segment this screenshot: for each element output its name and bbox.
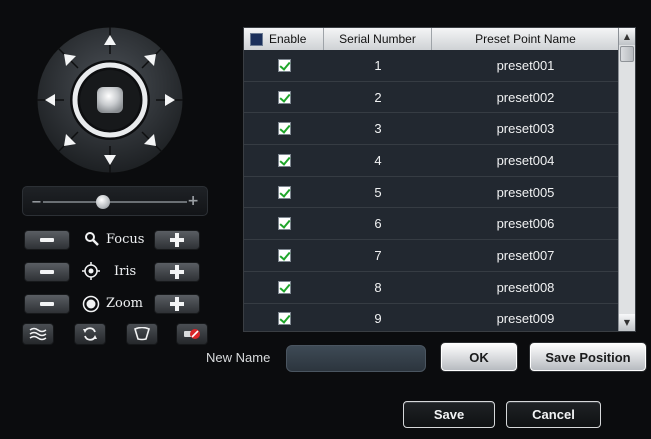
enable-header-label: Enable <box>269 32 307 46</box>
table-header: Enable Serial Number Preset Point Name <box>244 28 619 50</box>
speed-decrease-icon[interactable]: − <box>31 195 42 210</box>
name-column-header[interactable]: Preset Point Name <box>432 28 619 50</box>
light-icon <box>134 327 150 341</box>
focus-icon <box>85 232 99 246</box>
enable-checkbox[interactable] <box>277 58 291 72</box>
serial-cell: 5 <box>374 184 382 200</box>
preset-name-cell: preset005 <box>496 184 555 200</box>
enable-checkbox[interactable] <box>277 90 291 104</box>
name-header-label: Preset Point Name <box>475 32 576 46</box>
serial-column-header[interactable]: Serial Number <box>324 28 432 50</box>
scroll-down-arrow-icon[interactable]: ▼ <box>619 314 635 331</box>
table-row[interactable]: 2 preset002 <box>244 81 619 114</box>
table-row[interactable]: 4 preset004 <box>244 145 619 177</box>
new-name-input[interactable] <box>286 345 426 372</box>
preset-table: Enable Serial Number Preset Point Name 1… <box>243 27 636 332</box>
table-row[interactable]: 6 preset006 <box>244 208 619 241</box>
enable-checkbox[interactable] <box>277 122 291 136</box>
serial-cell: 6 <box>374 216 382 232</box>
enable-checkbox[interactable] <box>277 217 291 231</box>
preset-rows: 1 preset001 2 preset002 3 preset003 4 pr… <box>244 50 619 331</box>
enable-checkbox[interactable] <box>277 248 291 262</box>
iris-minus-button[interactable] <box>24 262 70 282</box>
iris-icon <box>82 262 100 280</box>
save-button[interactable]: Save <box>403 401 495 428</box>
new-name-label: New Name <box>206 350 271 365</box>
enable-checkbox[interactable] <box>277 185 291 199</box>
stop-cruise-icon <box>184 329 200 339</box>
zoom-minus-button[interactable] <box>24 294 70 314</box>
wiper-icon <box>29 327 47 341</box>
serial-cell: 3 <box>374 121 382 137</box>
ptz-speed-slider[interactable]: − + <box>22 186 208 216</box>
focus-label: Focus <box>106 232 145 247</box>
light-button[interactable] <box>126 323 158 345</box>
preset-name-cell: preset003 <box>496 121 555 137</box>
serial-cell: 2 <box>374 89 382 105</box>
ptz-direction-wheel[interactable] <box>36 26 184 174</box>
select-all-checkbox[interactable] <box>250 32 263 46</box>
auto-scan-button[interactable] <box>74 323 106 345</box>
preset-name-cell: preset001 <box>496 57 555 73</box>
serial-header-label: Serial Number <box>339 32 416 46</box>
iris-plus-button[interactable] <box>154 262 200 282</box>
table-scrollbar[interactable]: ▲ ▼ <box>618 28 635 331</box>
speed-slider-handle[interactable] <box>96 195 111 209</box>
enable-checkbox[interactable] <box>277 280 291 294</box>
scroll-up-arrow-icon[interactable]: ▲ <box>619 28 635 45</box>
table-row[interactable]: 9 preset009 <box>244 303 619 331</box>
table-row[interactable]: 5 preset005 <box>244 176 619 209</box>
serial-cell: 8 <box>374 279 382 295</box>
preset-name-cell: preset008 <box>496 279 555 295</box>
zoom-icon <box>82 295 100 313</box>
speed-increase-icon[interactable]: + <box>187 193 199 209</box>
zoom-plus-button[interactable] <box>154 294 200 314</box>
table-row[interactable]: 1 preset001 <box>244 50 619 82</box>
serial-cell: 9 <box>374 311 382 327</box>
table-row[interactable]: 3 preset003 <box>244 113 619 146</box>
preset-name-cell: preset004 <box>496 152 555 168</box>
stop-cruise-button[interactable] <box>176 323 208 345</box>
preset-name-cell: preset006 <box>496 216 555 232</box>
save-position-button[interactable]: Save Position <box>530 343 646 371</box>
ok-button[interactable]: OK <box>441 343 517 371</box>
ptz-center-button[interactable] <box>97 87 123 113</box>
focus-plus-button[interactable] <box>154 230 200 250</box>
wiper-button[interactable] <box>22 323 54 345</box>
serial-cell: 4 <box>374 152 382 168</box>
cancel-button[interactable]: Cancel <box>506 401 601 428</box>
zoom-label: Zoom <box>106 296 144 311</box>
table-row[interactable]: 8 preset008 <box>244 271 619 304</box>
table-row[interactable]: 7 preset007 <box>244 240 619 272</box>
serial-cell: 7 <box>374 247 382 263</box>
focus-minus-button[interactable] <box>24 230 70 250</box>
preset-name-cell: preset002 <box>496 89 555 105</box>
iris-label: Iris <box>114 264 137 279</box>
scrollbar-thumb[interactable] <box>620 46 634 62</box>
preset-name-cell: preset007 <box>496 247 555 263</box>
enable-checkbox[interactable] <box>277 153 291 167</box>
speed-slider-track[interactable] <box>43 201 187 203</box>
enable-checkbox[interactable] <box>277 312 291 326</box>
enable-column-header[interactable]: Enable <box>244 28 324 50</box>
auto-scan-icon <box>83 327 97 341</box>
preset-name-cell: preset009 <box>496 311 555 327</box>
serial-cell: 1 <box>374 57 382 73</box>
